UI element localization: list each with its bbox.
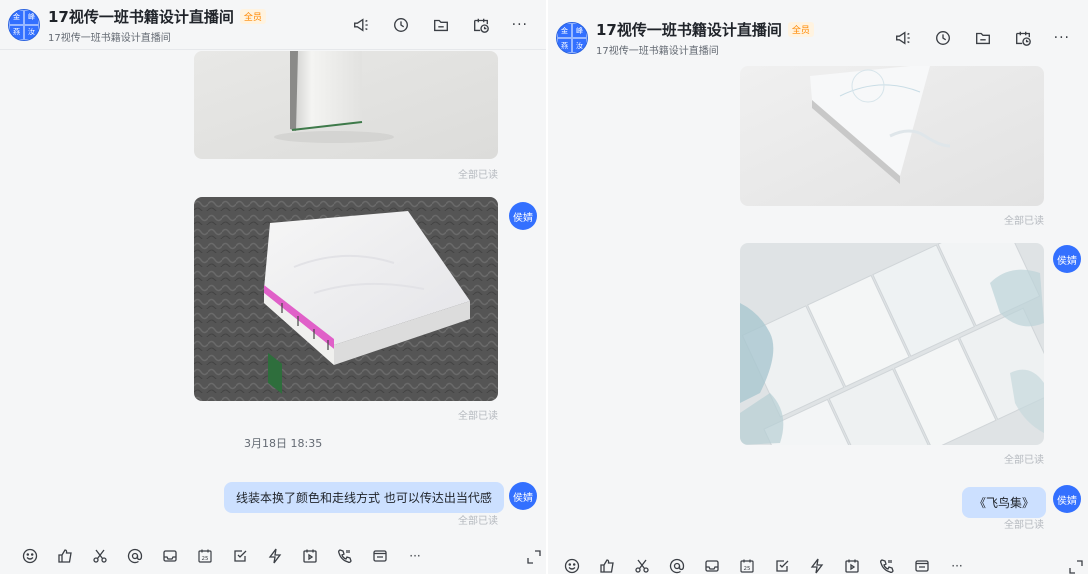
more-label: ··· <box>951 559 963 573</box>
checkbox-icon[interactable] <box>232 548 248 564</box>
avatar[interactable]: 侯婧 <box>1053 485 1081 513</box>
play-icon[interactable] <box>302 548 318 564</box>
chat-pane-right: 金 峰 燕 汝 17视传一班书籍设计直播间 全员 17视传一班书籍设计直播间 ·… <box>548 0 1088 574</box>
more-icon[interactable]: ··· <box>407 548 423 564</box>
lightning-icon[interactable] <box>267 548 283 564</box>
timestamp: 3月18日 18:35 <box>244 437 323 450</box>
expand-icon[interactable] <box>1069 559 1083 574</box>
input-toolbar: 25 ··· <box>0 548 546 564</box>
avatar-char: 金 <box>557 23 572 38</box>
emoji-icon[interactable] <box>564 558 580 574</box>
lightning-icon[interactable] <box>809 558 825 574</box>
calendar-25-icon[interactable]: 25 <box>739 558 755 574</box>
clock-icon[interactable] <box>934 29 952 47</box>
avatar[interactable]: 侯婧 <box>509 202 537 230</box>
call-icon[interactable] <box>337 548 353 564</box>
image-message[interactable] <box>740 66 1044 206</box>
text-message[interactable]: 《飞鸟集》 <box>962 487 1047 518</box>
emoji-icon[interactable] <box>22 548 38 564</box>
chat-header: 金 峰 燕 汝 17视传一班书籍设计直播间 全员 17视传一班书籍设计直播间 ·… <box>548 12 1088 64</box>
header-actions: ··· <box>352 16 528 34</box>
avatar-char: 汝 <box>572 38 587 53</box>
folder-icon[interactable] <box>432 16 450 34</box>
calendar-clock-icon[interactable] <box>472 16 490 34</box>
read-status[interactable]: 全部已读 <box>440 407 498 422</box>
more-icon[interactable]: ··· <box>949 558 965 574</box>
folder-icon[interactable] <box>974 29 992 47</box>
read-status[interactable]: 全部已读 <box>440 512 498 527</box>
at-icon[interactable] <box>127 548 143 564</box>
group-title[interactable]: 17视传一班书籍设计直播间 <box>596 19 782 40</box>
inbox-icon[interactable] <box>704 558 720 574</box>
avatar-char: 燕 <box>557 38 572 53</box>
avatar-char: 汝 <box>24 24 39 40</box>
input-toolbar: 25 ··· <box>548 558 1088 574</box>
svg-text:25: 25 <box>744 566 751 572</box>
checkbox-icon[interactable] <box>774 558 790 574</box>
megaphone-icon[interactable] <box>894 29 912 47</box>
thumbs-up-icon[interactable] <box>599 558 615 574</box>
megaphone-icon[interactable] <box>352 16 370 34</box>
member-badge: 全员 <box>239 8 266 24</box>
more-icon[interactable]: ··· <box>1054 30 1070 46</box>
image-message[interactable] <box>740 243 1044 445</box>
group-subtitle: 17视传一班书籍设计直播间 <box>48 32 171 44</box>
more-icon[interactable]: ··· <box>512 17 528 33</box>
read-status[interactable]: 全部已读 <box>984 516 1044 531</box>
image-message[interactable] <box>194 51 498 159</box>
image-message[interactable] <box>194 197 498 401</box>
title-block: 17视传一班书籍设计直播间 全员 17视传一班书籍设计直播间 <box>596 19 894 57</box>
group-avatar[interactable]: 金 峰 燕 汝 <box>556 22 588 54</box>
group-subtitle: 17视传一班书籍设计直播间 <box>596 46 719 57</box>
more-label: ··· <box>409 549 421 563</box>
text-message[interactable]: 线装本换了颜色和走线方式 也可以传达出当代感 <box>224 482 504 513</box>
avatar[interactable]: 侯婧 <box>1053 245 1081 273</box>
thumbs-up-icon[interactable] <box>57 548 73 564</box>
clock-icon[interactable] <box>392 16 410 34</box>
group-title[interactable]: 17视传一班书籍设计直播间 <box>48 6 234 27</box>
mail-icon[interactable] <box>914 558 930 574</box>
avatar-char: 峰 <box>572 23 587 38</box>
group-avatar[interactable]: 金 峰 燕 汝 <box>8 8 40 41</box>
avatar[interactable]: 侯婧 <box>509 482 537 510</box>
inbox-icon[interactable] <box>162 548 178 564</box>
title-block: 17视传一班书籍设计直播间 全员 17视传一班书籍设计直播间 <box>48 6 352 44</box>
expand-icon[interactable] <box>527 549 541 564</box>
chat-header: 金 峰 燕 汝 17视传一班书籍设计直播间 全员 17视传一班书籍设计直播间 ·… <box>0 0 546 50</box>
chat-pane-left: 金 峰 燕 汝 17视传一班书籍设计直播间 全员 17视传一班书籍设计直播间 ·… <box>0 0 546 574</box>
read-status[interactable]: 全部已读 <box>984 451 1044 466</box>
calendar-25-icon[interactable]: 25 <box>197 548 213 564</box>
header-actions: ··· <box>894 29 1070 47</box>
at-icon[interactable] <box>669 558 685 574</box>
avatar-char: 金 <box>9 9 24 25</box>
mail-icon[interactable] <box>372 548 388 564</box>
play-icon[interactable] <box>844 558 860 574</box>
svg-text:25: 25 <box>202 556 209 562</box>
call-icon[interactable] <box>879 558 895 574</box>
read-status[interactable]: 全部已读 <box>984 212 1044 227</box>
read-status[interactable]: 全部已读 <box>440 166 498 181</box>
scissors-icon[interactable] <box>92 548 108 564</box>
calendar-clock-icon[interactable] <box>1014 29 1032 47</box>
scissors-icon[interactable] <box>634 558 650 574</box>
avatar-char: 燕 <box>9 24 24 40</box>
avatar-char: 峰 <box>24 9 39 25</box>
member-badge: 全员 <box>787 22 814 37</box>
